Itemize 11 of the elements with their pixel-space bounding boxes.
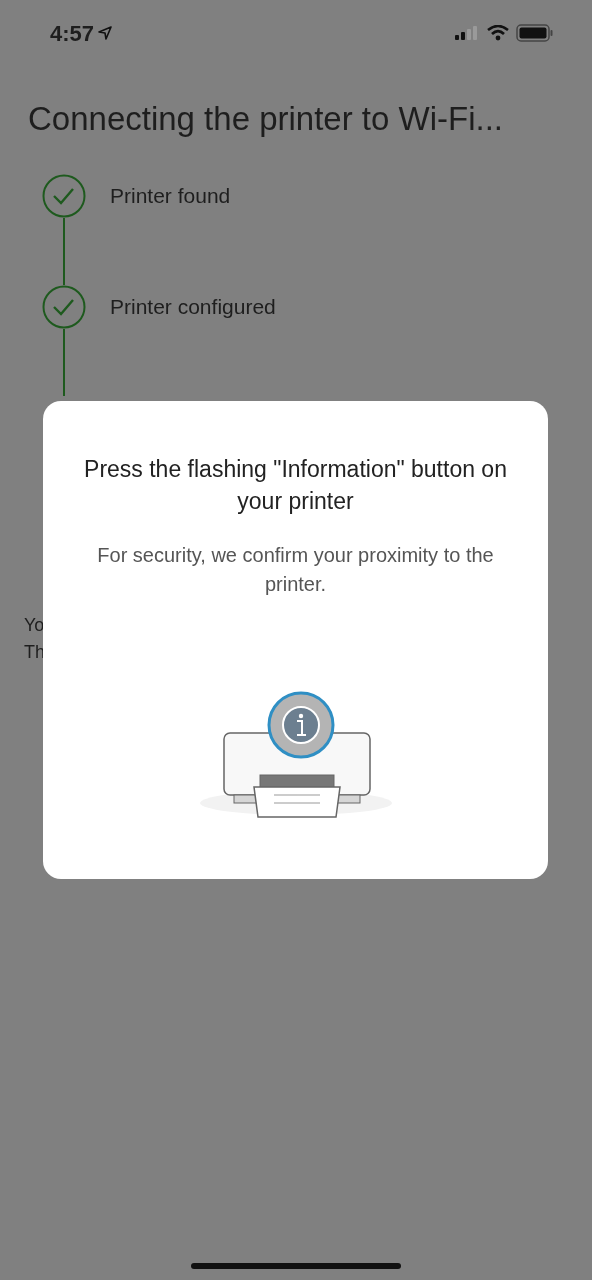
- dialog-title: Press the flashing "Information" button on your printer: [83, 455, 508, 516]
- dialog-message: For security, we confirm your proximity to the printer.: [96, 543, 495, 597]
- battery-icon: [516, 24, 554, 42]
- step-label: Printer configured: [110, 293, 276, 320]
- step-label: Printer found: [110, 182, 231, 209]
- wifi-icon: [487, 25, 509, 41]
- location-arrow-icon: [98, 26, 113, 40]
- signal-icon: [454, 25, 480, 41]
- status-time: 4:57: [50, 19, 95, 48]
- body-text: Yo: [24, 613, 46, 637]
- page-title: Connecting the printer to Wi-Fi...: [28, 99, 505, 139]
